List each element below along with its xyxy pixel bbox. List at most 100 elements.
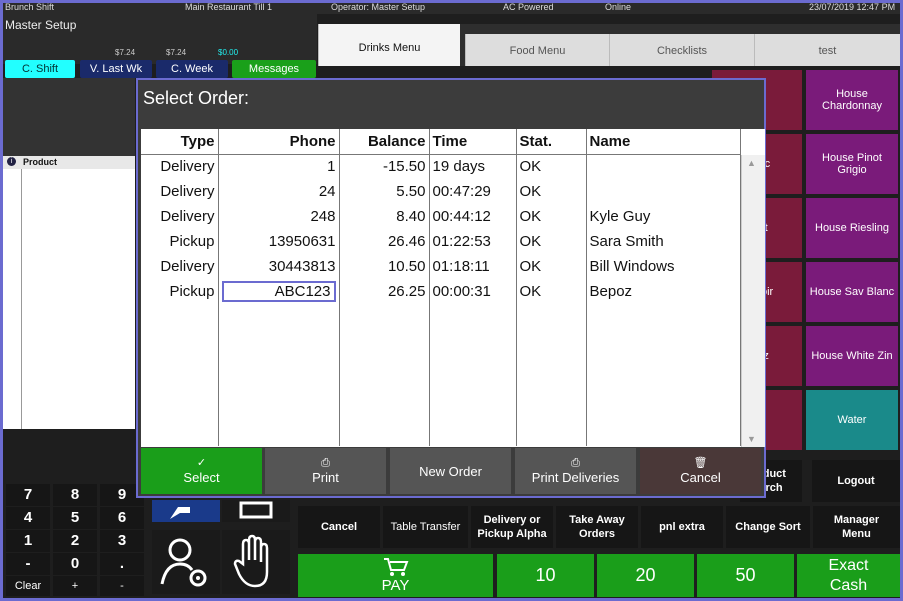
tab-food-menu[interactable]: Food Menu (465, 34, 609, 66)
cell-type: Pickup (141, 279, 219, 304)
logout-button[interactable]: Logout (812, 460, 900, 502)
key-5[interactable]: 5 (53, 507, 97, 529)
printer-icon-button[interactable] (222, 500, 290, 522)
product-label: House Pinot Grigio (822, 152, 882, 176)
tab-drinks-menu[interactable]: Drinks Menu (318, 24, 460, 66)
orders-table: Type Phone Balance Time Stat. Name Deliv… (141, 129, 765, 447)
key-3[interactable]: 3 (100, 530, 144, 552)
cell-status: OK (516, 229, 587, 254)
user-settings-button[interactable] (152, 530, 220, 594)
table-scrollbar[interactable]: ▲ ▼ (741, 155, 765, 447)
col-type[interactable]: Type (141, 129, 219, 155)
table-row[interactable]: Delivery 30443813 10.50 01:18:11 OK Bill… (141, 254, 741, 279)
print-button[interactable]: ⎙ Print (265, 448, 386, 494)
product-house-chardonnay[interactable]: House Chardonnay (806, 70, 898, 130)
cell-balance: 8.40 (339, 204, 430, 229)
key-0[interactable]: 0 (53, 553, 97, 575)
manager-menu-button[interactable]: Manager Menu (813, 506, 900, 548)
hand-icon (233, 534, 269, 588)
stop-hand-button[interactable] (222, 530, 290, 594)
key-plus[interactable]: + (53, 576, 97, 596)
tab-messages[interactable]: Messages (232, 60, 316, 78)
tab-checklists[interactable]: Checklists (609, 34, 754, 66)
key-7[interactable]: 7 (6, 484, 50, 506)
cell-balance: 26.25 (339, 279, 430, 304)
exact-cash-button[interactable]: Exact Cash (797, 554, 900, 597)
cell-type: Delivery (141, 204, 219, 229)
tab-last-week[interactable]: V. Last Wk (80, 60, 152, 78)
printer-icon (239, 501, 273, 519)
cell-name: Bill Windows (586, 254, 741, 279)
key-8[interactable]: 8 (53, 484, 97, 506)
change-sort-button[interactable]: Change Sort (726, 506, 810, 548)
network-status: Online (605, 2, 632, 12)
new-order-button[interactable]: New Order (390, 448, 511, 494)
print-deliveries-button[interactable]: ⎙ Print Deliveries (515, 448, 636, 494)
cart-icon (383, 558, 408, 576)
tender-50-button[interactable]: 50 (697, 554, 794, 597)
cell-phone: 1 (218, 154, 340, 179)
table-row[interactable]: Delivery 248 8.40 00:44:12 OK Kyle Guy (141, 204, 741, 229)
key-dot[interactable]: . (100, 553, 144, 575)
print-deliveries-label: Print Deliveries (531, 470, 620, 485)
tab-c-shift[interactable]: C. Shift (5, 60, 75, 78)
cancel-sale-button[interactable]: Cancel (298, 506, 380, 548)
pay-button[interactable]: PAY (298, 554, 493, 597)
key-clear[interactable]: Clear (6, 576, 50, 596)
page-title: Master Setup (5, 18, 77, 32)
delivery-pickup-alpha-button[interactable]: Delivery or Pickup Alpha (471, 506, 553, 548)
stat-1: $7.24 (115, 48, 136, 57)
cell-status: OK (516, 204, 587, 229)
till-name: Main Restaurant Till 1 (185, 2, 273, 12)
table-transfer-button[interactable]: Table Transfer (383, 506, 468, 548)
stat-2: $7.24 (166, 48, 187, 57)
key-4[interactable]: 4 (6, 507, 50, 529)
tab-c-week[interactable]: C. Week (156, 60, 228, 78)
product-house-pinot-grigio[interactable]: House Pinot Grigio (806, 134, 898, 194)
cell-type: Delivery (141, 179, 219, 204)
pnl-extra-button[interactable]: pnl extra (641, 506, 723, 548)
product-column-header: Product (23, 157, 58, 167)
cancel-button[interactable]: 🗑 Cancel (640, 448, 761, 494)
take-away-orders-button[interactable]: Take Away Orders (556, 506, 638, 548)
col-name[interactable]: Name (586, 129, 741, 155)
col-balance[interactable]: Balance (339, 129, 430, 155)
cell-name (586, 179, 741, 204)
cell-balance: -15.50 (339, 154, 430, 179)
cell-phone: 24 (218, 179, 340, 204)
scroll-up-icon[interactable]: ▲ (747, 158, 756, 168)
product-label: House Riesling (815, 222, 889, 234)
table-row[interactable]: Pickup ABC123 26.25 00:00:31 OK Bepoz (141, 279, 741, 304)
product-house-riesling[interactable]: House Riesling (806, 198, 898, 258)
cell-time: 19 days (429, 154, 517, 179)
dialog-title: Select Order: (143, 88, 250, 108)
select-button[interactable]: ✓ Select (141, 448, 262, 494)
cell-status: OK (516, 154, 587, 179)
printer-icon: ⎙ (321, 457, 330, 469)
col-status[interactable]: Stat. (516, 129, 587, 155)
product-house-white-zin[interactable]: House White Zin (806, 326, 898, 386)
customer-icon (170, 507, 190, 519)
product-water[interactable]: Water (806, 390, 898, 450)
table-row[interactable]: Delivery 24 5.50 00:47:29 OK (141, 179, 741, 204)
key-minus-2[interactable]: - (100, 576, 144, 596)
product-house-sav-blanc[interactable]: House Sav Blanc (806, 262, 898, 322)
customer-icon-button[interactable] (152, 500, 220, 522)
col-phone[interactable]: Phone (218, 129, 340, 155)
tender-10-button[interactable]: 10 (497, 554, 594, 597)
key-minus[interactable]: - (6, 553, 50, 575)
col-time[interactable]: Time (429, 129, 517, 155)
order-list[interactable] (3, 169, 135, 429)
tab-test[interactable]: test (754, 34, 900, 66)
key-2[interactable]: 2 (53, 530, 97, 552)
key-1[interactable]: 1 (6, 530, 50, 552)
scroll-down-icon[interactable]: ▼ (747, 434, 756, 444)
table-row[interactable]: Pickup 13950631 26.46 01:22:53 OK Sara S… (141, 229, 741, 254)
cell-type: Delivery (141, 254, 219, 279)
cell-time: 01:18:11 (429, 254, 517, 279)
table-row[interactable]: Delivery 1 -15.50 19 days OK (141, 154, 741, 179)
power-status: AC Powered (503, 2, 554, 12)
key-6[interactable]: 6 (100, 507, 144, 529)
tender-20-button[interactable]: 20 (597, 554, 694, 597)
table-header-row: Type Phone Balance Time Stat. Name (141, 129, 741, 155)
